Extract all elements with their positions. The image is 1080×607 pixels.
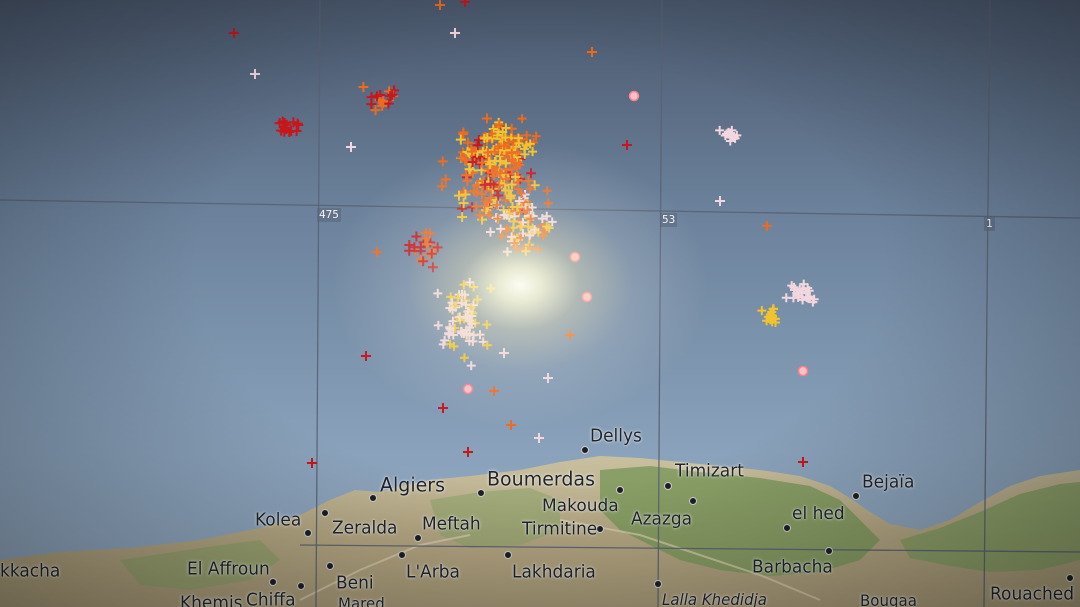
city-label-chiffa[interactable]: Chiffa bbox=[246, 590, 296, 607]
grid-label-1: 1 bbox=[984, 217, 995, 231]
city-label-kolea[interactable]: Kolea bbox=[255, 510, 301, 531]
city-label-dellys[interactable]: Dellys bbox=[590, 426, 642, 447]
town-dot-chiffa[interactable] bbox=[297, 582, 305, 590]
town-dot-makouda[interactable] bbox=[616, 486, 624, 494]
town-dot-meftah[interactable] bbox=[414, 534, 422, 542]
city-label-akkacha[interactable]: kkacha bbox=[0, 561, 60, 582]
town-dot-azazga[interactable] bbox=[689, 497, 697, 505]
city-label-bougaa[interactable]: Bougaa bbox=[860, 592, 917, 607]
town-dot-el-hed[interactable] bbox=[783, 524, 791, 532]
town-dot-el-affroun[interactable] bbox=[269, 578, 277, 586]
town-dot-bejaia[interactable] bbox=[852, 492, 860, 500]
city-label-algiers[interactable]: Algiers bbox=[380, 473, 445, 496]
city-label-azazga[interactable]: Azazga bbox=[631, 509, 692, 530]
town-dot-dellys[interactable] bbox=[581, 446, 589, 454]
city-label-mared[interactable]: Mared bbox=[338, 595, 385, 607]
city-label-meftah[interactable]: Meftah bbox=[422, 514, 481, 535]
town-dot-rouached[interactable] bbox=[1066, 574, 1074, 582]
city-label-makouda[interactable]: Makouda bbox=[542, 496, 619, 517]
town-dot-larba[interactable] bbox=[398, 551, 406, 559]
city-label-bejaia[interactable]: Bejaïa bbox=[862, 472, 914, 493]
city-label-tirmitine[interactable]: Tirmitine bbox=[522, 519, 597, 540]
city-label-zeralda[interactable]: Zeralda bbox=[332, 518, 397, 539]
city-label-boumerdas[interactable]: Boumerdas bbox=[487, 467, 595, 490]
town-dot-lalla-khedidja[interactable] bbox=[654, 580, 662, 588]
city-label-barbacha[interactable]: Barbacha bbox=[752, 557, 833, 578]
town-dot-tirmitine[interactable] bbox=[596, 525, 604, 533]
town-dot-algiers[interactable] bbox=[369, 494, 377, 502]
lightning-map[interactable]: 475 53 1 Dellys Algiers Boumerdas Timiza… bbox=[0, 0, 1080, 607]
grid-label-475: 475 bbox=[317, 208, 341, 222]
city-label-khemis[interactable]: Khemis bbox=[180, 593, 243, 607]
city-label-lalla-khedidja[interactable]: Lalla Khedidja bbox=[662, 591, 767, 607]
town-dot-boumerdas[interactable] bbox=[477, 489, 485, 497]
city-label-timizart[interactable]: Timizart bbox=[675, 461, 744, 482]
strike-recent-circle bbox=[569, 251, 581, 263]
town-dot-zeralda[interactable] bbox=[304, 529, 312, 537]
strike-recent-circle bbox=[462, 383, 474, 395]
basemap bbox=[0, 0, 1080, 607]
city-label-el-affroun[interactable]: El Affroun bbox=[187, 559, 270, 580]
city-label-beni[interactable]: Beni bbox=[336, 573, 374, 594]
city-label-el-hed[interactable]: el hed bbox=[792, 504, 845, 525]
town-dot-beni[interactable] bbox=[326, 562, 334, 570]
city-label-rouached[interactable]: Rouached bbox=[990, 584, 1074, 605]
city-label-lakhdaria[interactable]: Lakhdaria bbox=[512, 562, 596, 583]
town-dot-kolea[interactable] bbox=[321, 509, 329, 517]
grid-label-53: 53 bbox=[660, 213, 678, 227]
town-dot-timizart[interactable] bbox=[664, 482, 672, 490]
town-dot-lakhdaria[interactable] bbox=[504, 551, 512, 559]
town-dot-barbacha[interactable] bbox=[825, 547, 833, 555]
strike-recent-circle bbox=[628, 90, 640, 102]
city-label-larba[interactable]: L'Arba bbox=[406, 562, 460, 583]
strike-recent-circle bbox=[581, 291, 593, 303]
strike-recent-circle bbox=[797, 365, 809, 377]
